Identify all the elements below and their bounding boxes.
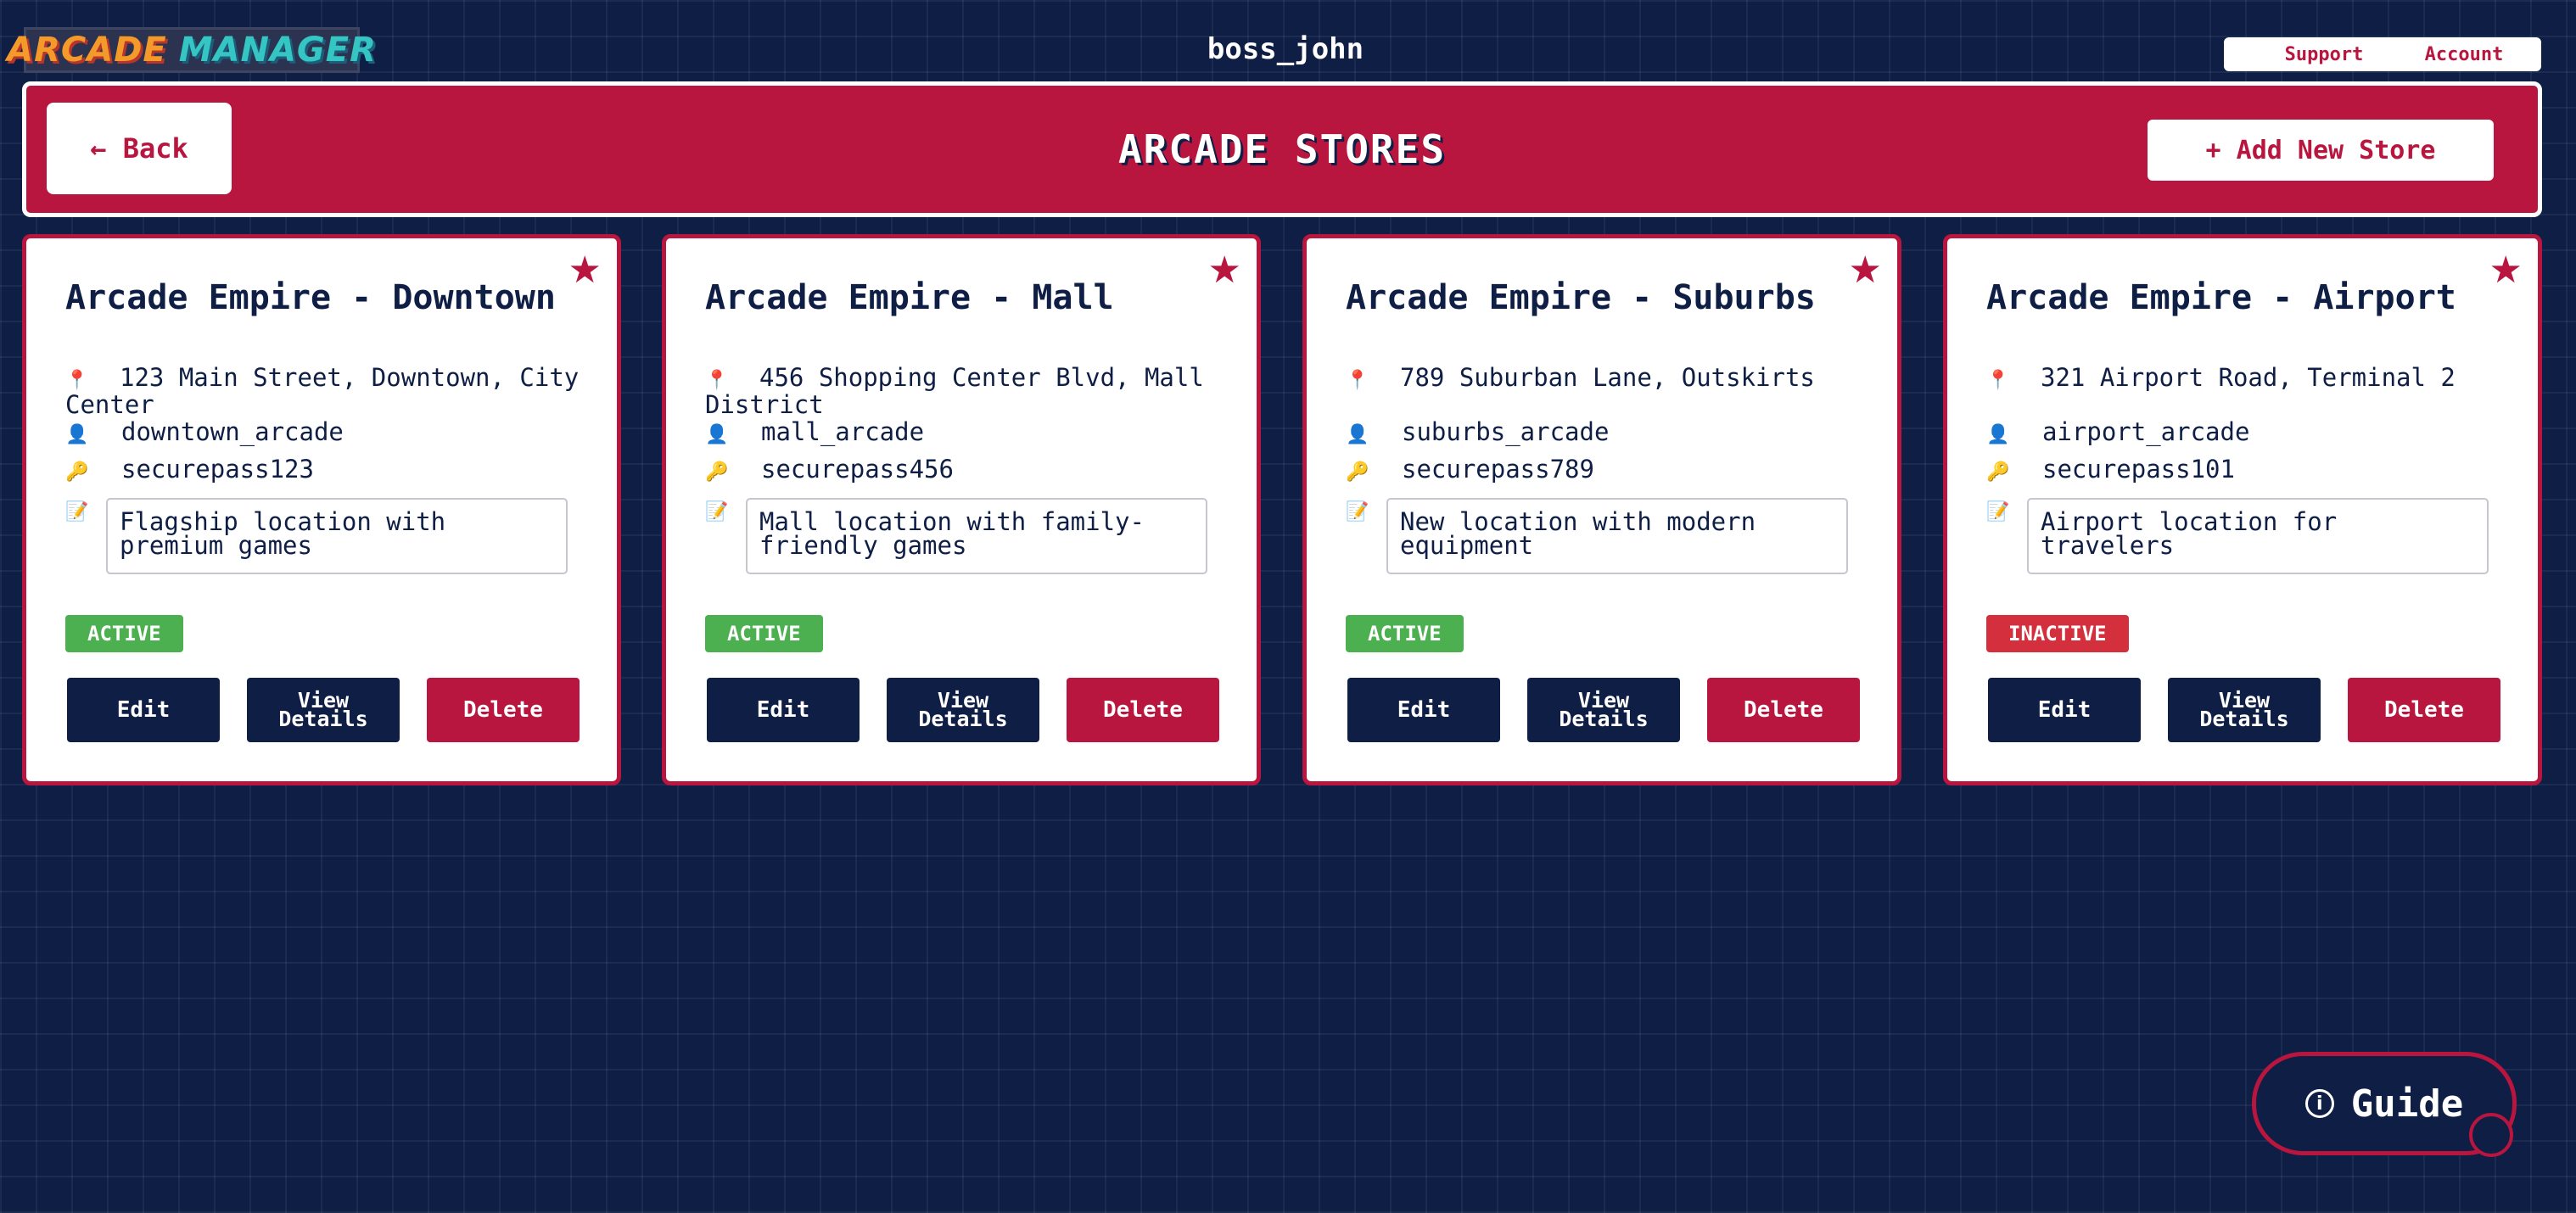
view-details-button[interactable]: View Details (1527, 678, 1680, 742)
store-username-row: 👤 mall_arcade (705, 420, 1231, 447)
store-password-row: 🔑 securepass789 (1346, 457, 1872, 484)
location-pin-icon: 📍 (705, 370, 729, 391)
key-icon: 🔑 (1346, 461, 1369, 483)
store-card: ★ Arcade Empire - Airport 📍 321 Airport R… (1943, 234, 2542, 785)
store-password: securepass101 (2042, 455, 2235, 484)
status-badge: ACTIVE (705, 615, 823, 652)
store-notes: Flagship location with premium games (106, 498, 568, 574)
store-username-row: 👤 suburbs_arcade (1346, 420, 1872, 447)
store-address: 321 Airport Road, Terminal 2 (2041, 363, 2456, 392)
location-pin-icon: 📍 (1986, 370, 2010, 391)
page-header-banner: ← Back ARCADE STORES + Add New Store (22, 81, 2542, 217)
view-details-button[interactable]: View Details (887, 678, 1039, 742)
store-address-row: 📍 789 Suburban Lane, Outskirts (1346, 366, 1872, 393)
user-icon: 👤 (1986, 424, 2010, 445)
memo-icon: 📝 (705, 501, 729, 523)
key-icon: 🔑 (1986, 461, 2010, 483)
store-username: suburbs_arcade (1402, 417, 1610, 446)
view-details-button[interactable]: View Details (2168, 678, 2321, 742)
store-password: securepass123 (121, 455, 314, 484)
memo-icon: 📝 (1986, 501, 2010, 523)
app-logo: ARCADE MANAGER (7, 27, 376, 73)
star-icon[interactable]: ★ (2489, 249, 2523, 292)
store-password-row: 🔑 securepass101 (1986, 457, 2512, 484)
edit-store-button[interactable]: Edit (67, 678, 220, 742)
store-password: securepass456 (761, 455, 954, 484)
star-icon[interactable]: ★ (1208, 249, 1241, 292)
delete-store-button[interactable]: Delete (2348, 678, 2500, 742)
store-name: Arcade Empire - Mall (705, 278, 1114, 317)
add-new-store-button[interactable]: + Add New Store (2148, 120, 2494, 181)
status-badge: ACTIVE (65, 615, 183, 652)
delete-store-button[interactable]: Delete (1707, 678, 1860, 742)
store-card: ★ Arcade Empire - Suburbs 📍 789 Suburban … (1302, 234, 1901, 785)
edit-store-button[interactable]: Edit (1988, 678, 2141, 742)
guide-indicator-dot (2469, 1113, 2513, 1157)
key-icon: 🔑 (705, 461, 729, 483)
logo-word-arcade: ARCADE (7, 31, 167, 70)
store-password-row: 🔑 securepass456 (705, 457, 1231, 484)
store-notes: Mall location with family-friendly games (746, 498, 1207, 574)
view-details-button[interactable]: View Details (247, 678, 400, 742)
store-address-row: 📍 321 Airport Road, Terminal 2 (1986, 366, 2512, 393)
edit-store-button[interactable]: Edit (1347, 678, 1500, 742)
store-address-row: 📍 456 Shopping Center Blvd, Mall District (705, 363, 1231, 419)
store-notes: New location with modern equipment (1386, 498, 1848, 574)
store-name: Arcade Empire - Suburbs (1346, 278, 1816, 317)
store-password-row: 🔑 securepass123 (65, 457, 591, 484)
delete-store-button[interactable]: Delete (1067, 678, 1219, 742)
star-icon[interactable]: ★ (1849, 249, 1882, 292)
store-name: Arcade Empire - Downtown (65, 278, 556, 317)
user-icon: 👤 (65, 424, 89, 445)
edit-store-button[interactable]: Edit (707, 678, 860, 742)
user-icon: 👤 (1346, 424, 1369, 445)
store-password: securepass789 (1402, 455, 1594, 484)
account-button[interactable]: Account (2387, 37, 2541, 71)
store-username-row: 👤 downtown_arcade (65, 420, 591, 447)
store-address: 789 Suburban Lane, Outskirts (1400, 363, 1815, 392)
status-badge: INACTIVE (1986, 615, 2129, 652)
star-icon[interactable]: ★ (568, 249, 602, 292)
store-username: mall_arcade (761, 417, 925, 446)
logo-word-manager: MANAGER (178, 31, 377, 70)
store-username: airport_arcade (2042, 417, 2250, 446)
store-username: downtown_arcade (121, 417, 344, 446)
store-address: 123 Main Street, Downtown, City Center (65, 363, 580, 419)
location-pin-icon: 📍 (1346, 370, 1369, 391)
store-card: ★ Arcade Empire - Mall 📍 456 Shopping Cen… (662, 234, 1261, 785)
store-name: Arcade Empire - Airport (1986, 278, 2456, 317)
status-badge: ACTIVE (1346, 615, 1464, 652)
store-notes: Airport location for travelers (2027, 498, 2489, 574)
memo-icon: 📝 (65, 501, 89, 523)
memo-icon: 📝 (1346, 501, 1369, 523)
store-username-row: 👤 airport_arcade (1986, 420, 2512, 447)
key-icon: 🔑 (65, 461, 89, 483)
store-address-row: 📍 123 Main Street, Downtown, City Center (65, 363, 591, 419)
location-pin-icon: 📍 (65, 370, 89, 391)
store-card: ★ Arcade Empire - Downtown 📍 123 Main Str… (22, 234, 621, 785)
user-icon: 👤 (705, 424, 729, 445)
info-icon: i (2304, 1089, 2334, 1118)
current-username: boss_john (1207, 32, 1364, 66)
delete-store-button[interactable]: Delete (427, 678, 580, 742)
store-address: 456 Shopping Center Blvd, Mall District (705, 363, 1204, 419)
guide-label: Guide (2350, 1082, 2464, 1126)
